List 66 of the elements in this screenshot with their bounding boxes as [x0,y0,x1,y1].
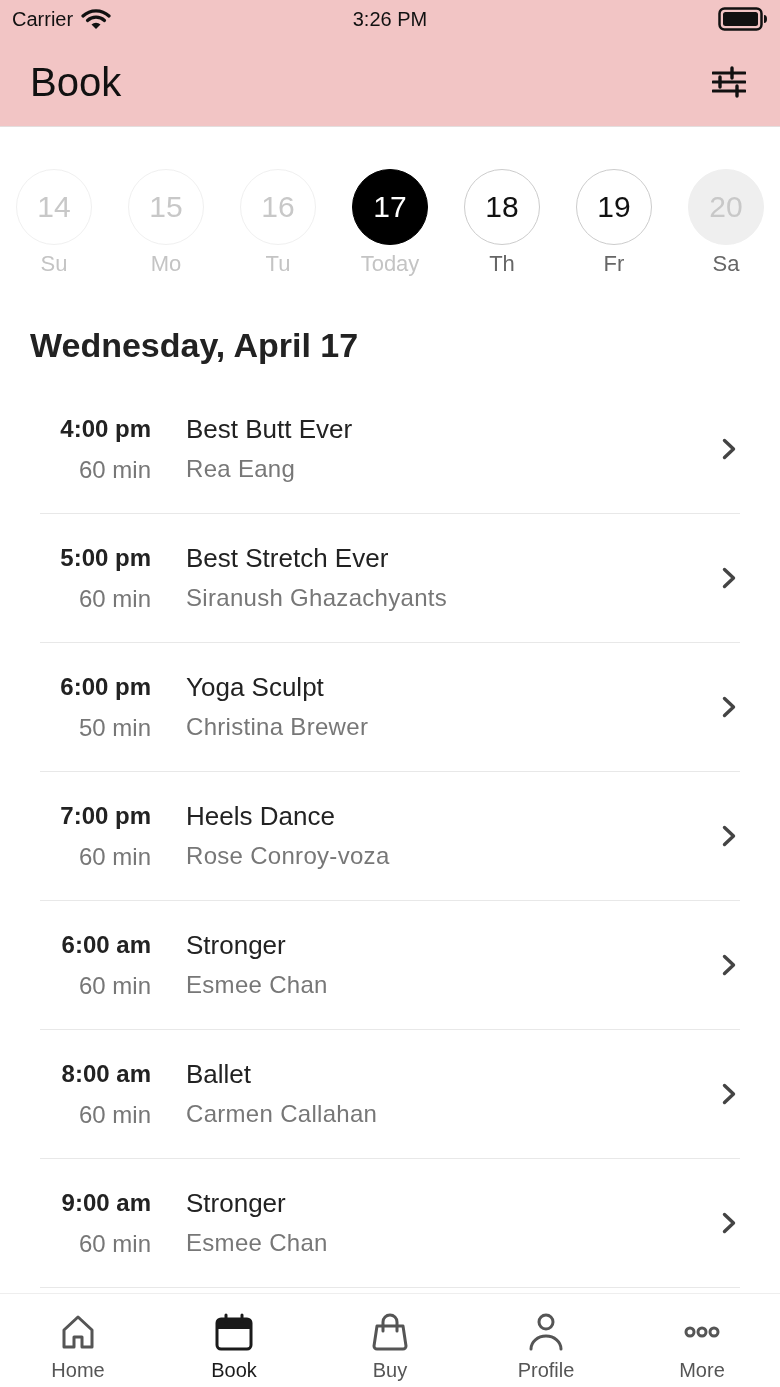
class-time: 4:00 pm [60,413,151,444]
chevron-icon [722,954,736,976]
class-row[interactable]: 4:00 pm 60 min Best Butt Ever Rea Eang [40,385,740,514]
tab-bar-item[interactable]: More [624,1294,780,1387]
date-button[interactable]: 19 [576,169,652,245]
calendar-icon [214,1312,254,1352]
sliders-icon[interactable] [712,65,746,99]
instructor-name: Rose Conroy-voza [186,841,390,871]
class-duration: 60 min [78,1228,151,1259]
class-row[interactable]: 7:00 pm 60 min Heels Dance Rose Conroy-voza [40,772,740,901]
class-title: Stronger [186,1188,286,1218]
weekday-label: Today [360,251,420,277]
class-duration: 60 min [78,970,151,1001]
instructor-name: Esmee Chan [186,970,328,1000]
class-row[interactable]: 5:00 pm 60 min Best Stretch Ever Siranush Ghazachyants [40,514,740,643]
chevron-icon [722,567,736,589]
chevron-icon [722,825,736,847]
class-title: Best Stretch Ever [186,543,389,573]
weekday-label: Tu [265,251,291,277]
date-button[interactable]: 18 [464,169,540,245]
class-title: Yoga Sculpt [186,672,324,702]
class-row[interactable]: 9:00 am 60 min Stronger Esmee Chan [40,1159,740,1288]
weekday-label: Mo [150,251,182,277]
chevron-icon [722,1212,736,1234]
class-row[interactable]: 6:00 pm 50 min Yoga Sculpt Christina Brewer [40,643,740,772]
tab-bar-item[interactable]: Book [156,1294,312,1387]
wifi-icon [81,8,112,30]
instructor-name: Esmee Chan [186,1228,328,1258]
chevron-icon [722,438,736,460]
shopping-bag-icon [370,1312,410,1352]
weekday-label: Sa [712,251,740,277]
chevron-icon [722,696,736,718]
instructor-name: Rea Eang [186,454,296,484]
status-time: 3:26 PM [352,7,428,31]
date-heading: Wednesday, April 17 [30,325,360,365]
instructor-name: Christina Brewer [186,712,369,742]
class-time: 6:00 am [61,929,151,960]
battery-icon [718,7,768,31]
chevron-icon [722,1083,736,1105]
weekday-label: Th [489,251,515,277]
class-time: 5:00 pm [60,542,151,573]
weekday-label: Su [40,251,68,277]
class-row[interactable]: 6:00 am 60 min Stronger Esmee Chan [40,901,740,1030]
instructor-name: Siranush Ghazachyants [186,583,448,613]
tab-bar-item[interactable]: Profile [468,1294,624,1387]
class-title: Ballet [186,1059,252,1089]
class-duration: 60 min [78,454,151,485]
class-duration: 60 min [78,841,151,872]
class-duration: 60 min [78,583,151,614]
class-time: 9:00 am [61,1187,151,1218]
class-duration: 50 min [78,712,151,743]
class-time: 6:00 pm [60,671,151,702]
page-title: Book [30,59,122,105]
class-time: 8:00 am [61,1058,151,1089]
instructor-name: Carmen Callahan [186,1099,378,1129]
class-row[interactable]: 8:00 am 60 min Ballet Carmen Callahan [40,1030,740,1159]
carrier-label: Carrier [12,7,74,31]
class-title: Stronger [186,930,286,960]
class-title: Heels Dance [186,801,335,831]
weekday-label: Fr [603,251,625,277]
tab-bar-item[interactable]: Home [0,1294,156,1387]
date-button[interactable]: 17 [352,169,428,245]
class-title: Best Butt Ever [186,414,353,444]
class-time: 7:00 pm [60,800,151,831]
tab-bar-item[interactable]: Buy [312,1294,468,1387]
class-duration: 60 min [78,1099,151,1130]
